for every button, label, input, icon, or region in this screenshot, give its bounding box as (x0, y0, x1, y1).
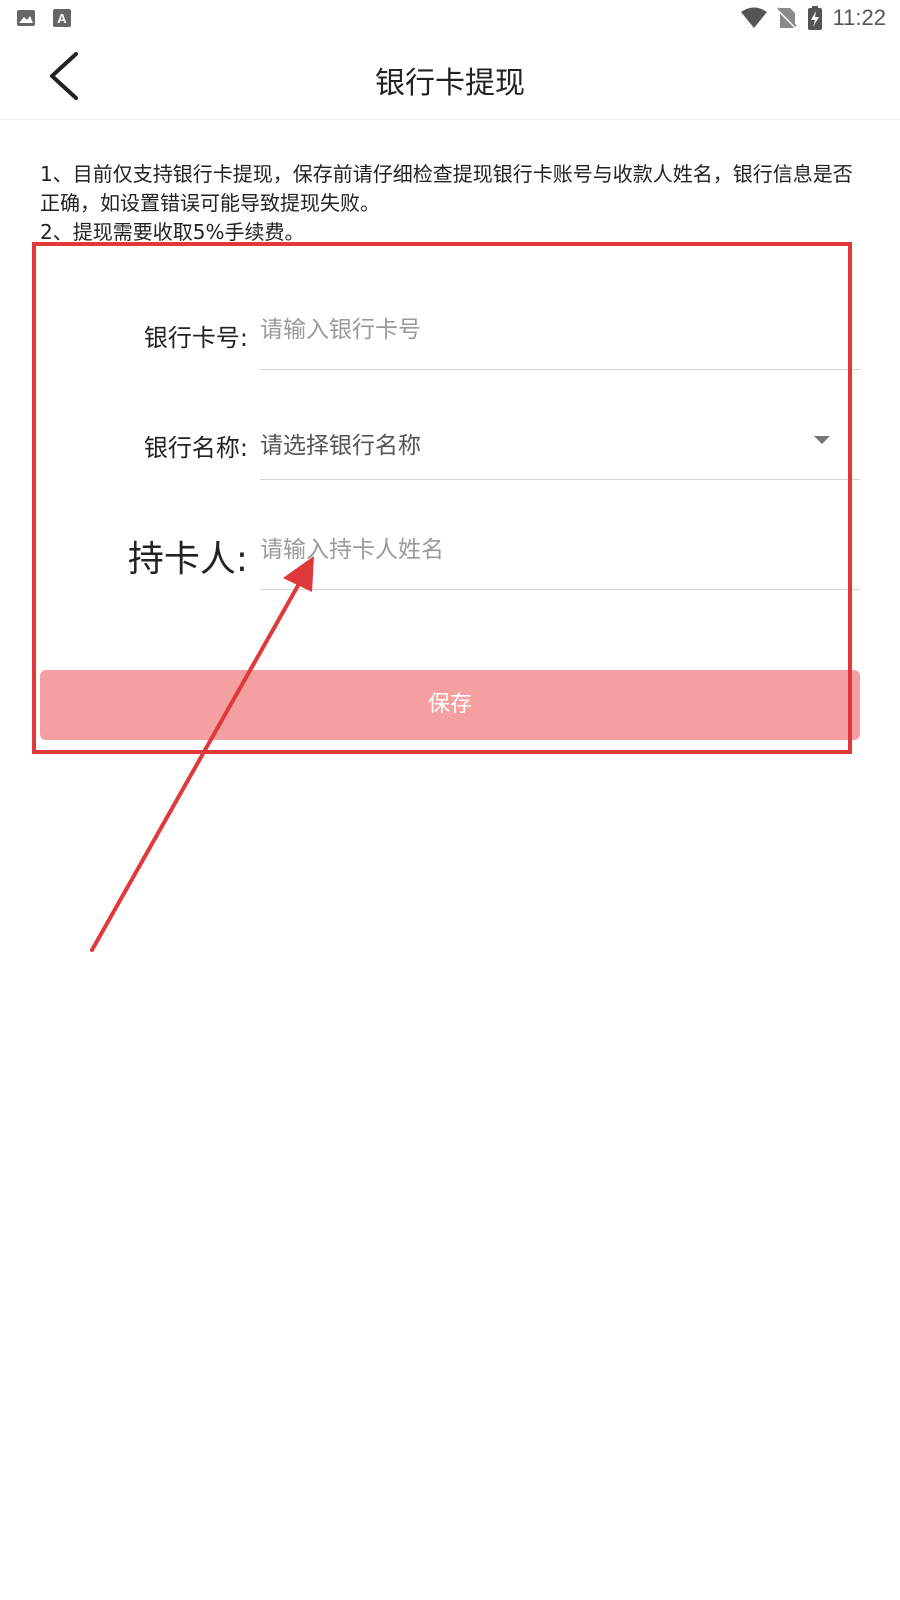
wifi-icon (740, 7, 767, 29)
card-number-input[interactable] (260, 310, 800, 350)
save-button[interactable]: 保存 (40, 670, 860, 740)
card-number-field (260, 290, 860, 370)
title-bar: 银行卡提现 (0, 36, 900, 120)
card-holder-label: 持卡人: (127, 539, 248, 580)
notice-text: 1、目前仅支持银行卡提现，保存前请仔细检查提现银行卡账号与收款人姓名，银行信息是… (40, 160, 860, 247)
card-holder-row: 持卡人: (0, 510, 900, 590)
notice-line-2: 2、提现需要收取5%手续费。 (40, 220, 305, 244)
dropdown-arrow-icon (814, 436, 830, 444)
card-number-row: 银行卡号: (0, 290, 900, 370)
bank-name-row: 银行名称: 请选择银行名称 (0, 400, 900, 480)
bank-name-selected-value: 请选择银行名称 (260, 433, 421, 459)
page-title: 银行卡提现 (375, 66, 525, 101)
card-holder-input[interactable] (260, 530, 800, 570)
status-time: 11:22 (832, 5, 886, 30)
card-number-label: 银行卡号: (143, 324, 248, 352)
no-sim-icon (776, 7, 797, 29)
bank-name-select[interactable]: 请选择银行名称 (260, 400, 860, 480)
battery-charging-icon (807, 6, 823, 30)
card-holder-field (260, 510, 860, 590)
status-bar: A 11:22 (0, 0, 900, 36)
notice-line-1: 1、目前仅支持银行卡提现，保存前请仔细检查提现银行卡账号与收款人姓名，银行信息是… (40, 162, 853, 215)
bank-name-label: 银行名称: (143, 434, 248, 462)
svg-text:A: A (57, 11, 67, 26)
image-icon (16, 8, 36, 28)
text-a-icon: A (52, 8, 72, 28)
